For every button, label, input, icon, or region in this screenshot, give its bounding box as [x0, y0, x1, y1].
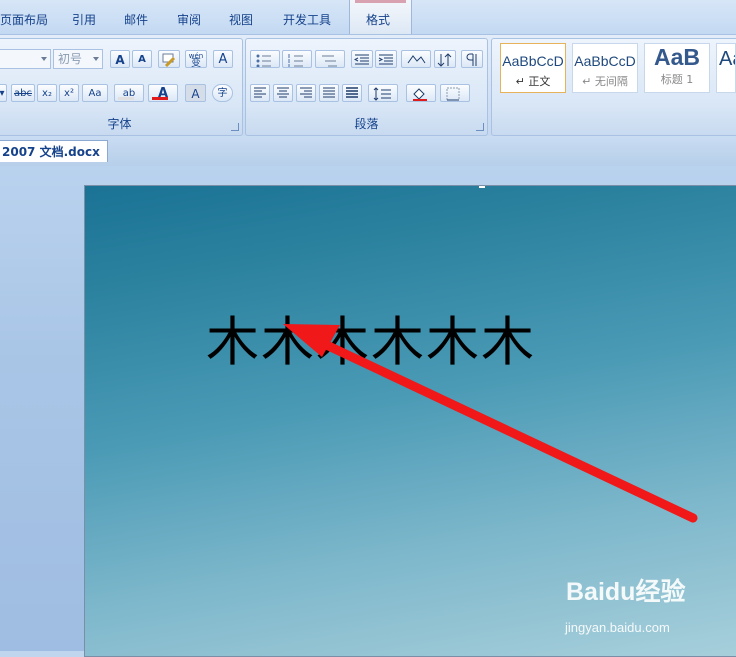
arrow-shaft [313, 336, 698, 523]
watermark-logo: Baidu经验 [566, 572, 685, 608]
watermark-url: jingyan.baidu.com [565, 620, 670, 635]
watermark-brand: Baidu经验 [566, 578, 686, 606]
annotation-arrow [283, 324, 698, 523]
